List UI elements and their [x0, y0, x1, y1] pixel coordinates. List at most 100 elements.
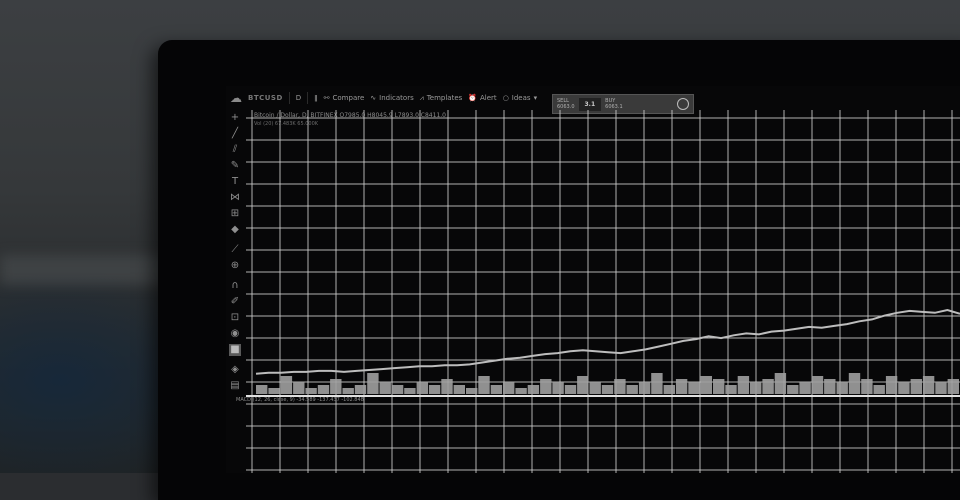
volume-bar	[589, 382, 601, 394]
trash-icon[interactable]: ▤	[229, 380, 241, 392]
volume-bar	[737, 376, 750, 394]
volume-bar	[824, 379, 836, 394]
indicator-legend-values: -34.589 -137.437 -102.848	[296, 397, 364, 403]
volume-bar	[416, 382, 428, 394]
eye-icon[interactable]: ◉	[229, 328, 241, 340]
buy-button[interactable]: BUY 6063.1	[601, 98, 627, 110]
volume-bar	[330, 379, 342, 394]
drawing-toolbar: + ╱ ⫽ ✎ T ⋈ ⊞ ◆ ⟋ ⊕ ∩ ✐ ⊡ ◉ ■ ◈ ▤	[226, 112, 244, 392]
volume-bar	[441, 379, 453, 394]
volume-bar	[774, 373, 787, 394]
volume-bar	[885, 376, 898, 394]
price-line	[255, 308, 960, 375]
toolbar-divider	[307, 92, 309, 104]
volume-bar	[428, 385, 441, 394]
crosshair-icon[interactable]: +	[229, 112, 241, 124]
chevron-down-icon: ▾	[533, 94, 538, 102]
pitchfork-icon[interactable]: ⫽	[229, 144, 241, 156]
lock-icon[interactable]: ⊡	[229, 312, 241, 324]
indicator-legend: MACD (12, 26, close, 9) -34.589 -137.437…	[236, 397, 364, 403]
indicator-legend-title: MACD (12, 26, close, 9)	[236, 397, 295, 403]
volume-bar	[367, 373, 379, 394]
volume-bar	[391, 385, 404, 394]
templates-button[interactable]: ⩘ Templates	[420, 94, 463, 103]
quantity-field[interactable]: 3.1	[578, 97, 602, 111]
info-icon[interactable]	[677, 98, 689, 110]
volume-bar	[762, 379, 774, 394]
volume-bar	[552, 382, 564, 394]
volume-bar	[848, 373, 861, 394]
volume-bar	[601, 385, 614, 394]
compare-icon: ⚯	[323, 94, 330, 102]
remove-drawings-icon[interactable]: ■	[229, 344, 241, 356]
object-tree-icon[interactable]: ◈	[229, 364, 241, 376]
volume-bar	[614, 379, 626, 394]
volume-bar	[453, 385, 465, 394]
interval-button[interactable]: D	[296, 94, 301, 102]
ideas-label: Ideas	[511, 94, 531, 102]
price-chart[interactable]	[246, 110, 960, 473]
volume-bar	[354, 385, 367, 394]
volume-bar	[725, 385, 737, 394]
alert-icon: ⏰	[468, 94, 478, 102]
ideas-button[interactable]: ○ Ideas ▾	[503, 94, 537, 102]
trading-screen: ☁ BTCUSD D ǁ ⚯ Compare ∿ Indicators ⩘ Te…	[226, 86, 960, 473]
volume-bar	[700, 376, 712, 394]
volume-bar	[861, 379, 873, 394]
volume-bar	[651, 373, 663, 394]
brush-icon[interactable]: ✎	[229, 160, 241, 172]
volume-bar	[293, 382, 305, 394]
volume-bar	[527, 385, 540, 394]
text-icon[interactable]: T	[229, 176, 241, 188]
ruler-icon[interactable]: ⟋	[229, 244, 241, 256]
volume-bar	[836, 382, 848, 394]
bar-style-icon[interactable]: ǁ	[314, 94, 317, 102]
volume-bar	[787, 385, 799, 394]
volume-bar	[811, 376, 824, 394]
symbol-search[interactable]: BTCUSD	[248, 94, 283, 102]
volume-bar	[947, 379, 959, 394]
volume-bar	[503, 382, 515, 394]
indicators-label: Indicators	[379, 94, 414, 102]
volume-bar	[799, 382, 811, 394]
volume-bar	[663, 385, 675, 394]
volume-bar	[280, 376, 293, 394]
indicators-button[interactable]: ∿ Indicators	[370, 94, 413, 102]
volume-bar	[342, 388, 354, 394]
volume-bar	[713, 379, 725, 394]
volume-bar	[564, 385, 577, 394]
volume-bar	[626, 385, 638, 394]
volume-bar	[317, 385, 330, 394]
ideas-icon: ○	[502, 94, 509, 102]
volume-bar	[873, 385, 885, 394]
pattern-icon[interactable]: ⋈	[229, 192, 241, 204]
volume-bar	[256, 385, 268, 394]
volume-bar	[922, 376, 935, 394]
volume-bar	[466, 388, 478, 394]
volume-bar	[404, 388, 416, 394]
volume-bar	[478, 376, 490, 394]
volume-bar	[688, 382, 700, 394]
compare-button[interactable]: ⚯ Compare	[324, 94, 365, 102]
volume-bar	[898, 382, 910, 394]
prediction-icon[interactable]: ⊞	[229, 208, 241, 220]
toolbar-divider	[288, 92, 290, 104]
volume-bar	[305, 388, 317, 394]
volume-bar	[268, 388, 280, 394]
cloud-icon[interactable]: ☁	[230, 91, 242, 105]
stay-in-drawing-icon[interactable]: ✐	[229, 296, 241, 308]
templates-label: Templates	[426, 94, 463, 102]
zoom-icon[interactable]: ⊕	[229, 260, 241, 272]
magnet-icon[interactable]: ∩	[229, 280, 241, 292]
volume-bar	[750, 382, 762, 394]
volume-bar	[379, 382, 391, 394]
indicators-icon: ∿	[370, 94, 377, 102]
volume-bar	[675, 379, 688, 394]
trend-line-icon[interactable]: ╱	[229, 128, 241, 140]
alert-button[interactable]: ⏰ Alert	[468, 94, 496, 102]
shapes-icon[interactable]: ◆	[229, 224, 241, 236]
volume-bar	[910, 379, 922, 394]
volume-bar	[490, 385, 503, 394]
sell-button[interactable]: SELL 6063.0	[553, 98, 579, 110]
volume-bar	[638, 382, 651, 394]
